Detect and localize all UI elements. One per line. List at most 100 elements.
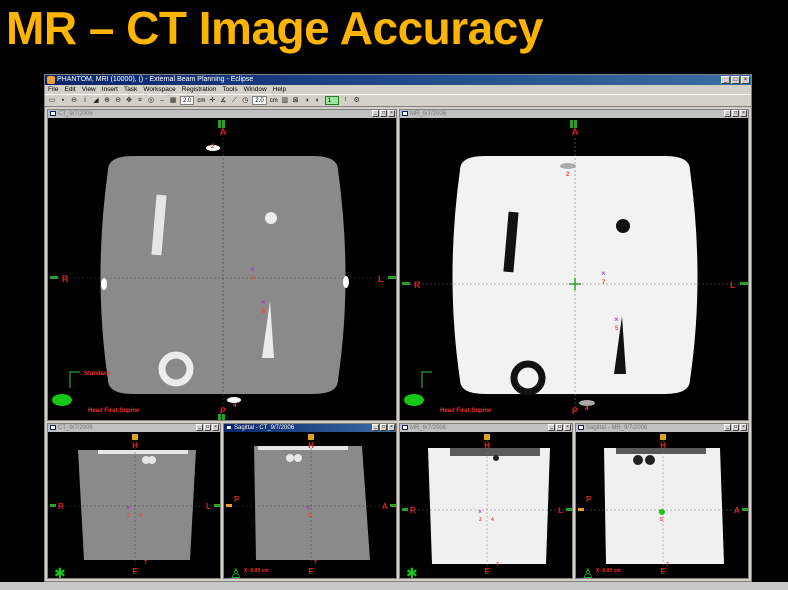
close-icon[interactable]: × xyxy=(564,424,571,431)
menu-insert[interactable]: Insert xyxy=(102,85,118,94)
marker-label: 4 xyxy=(233,403,237,409)
view-ct-sagittal[interactable]: Sagittal - CT_9/7/2006 _ □ × H F P A × 5 7… xyxy=(223,423,397,579)
save-icon[interactable]: ▪ xyxy=(59,97,67,105)
fusion-icon[interactable]: ◑ xyxy=(303,97,311,105)
minimize-icon[interactable]: _ xyxy=(372,110,379,117)
ct-frontal-image: H F R L × 2 4 7 ✱ xyxy=(50,434,220,578)
label-head: H xyxy=(308,441,314,450)
maximize-icon[interactable]: □ xyxy=(732,424,739,431)
view-icon xyxy=(578,425,584,430)
view-ct-frontal[interactable]: CT_9/7/2006 _ □ × H F R L × 2 4 7 ✱ xyxy=(47,423,221,579)
menu-help[interactable]: Help xyxy=(273,85,286,94)
point-icon[interactable]: ✛ xyxy=(208,97,216,105)
label-posterior: P xyxy=(572,406,578,416)
view-mr-frontal[interactable]: MR_9/7/2006 _ □ × H F R L × 2 4 7 ✱ xyxy=(399,423,573,579)
zoom-out-icon[interactable]: ⊖ xyxy=(114,97,122,105)
label-head: H xyxy=(484,441,490,450)
menu-view[interactable]: View xyxy=(82,85,96,94)
target-icon[interactable]: ◎ xyxy=(147,97,155,105)
marker-label: 2 xyxy=(479,517,482,523)
close-icon[interactable]: × xyxy=(740,110,747,117)
minimize-icon[interactable]: _ xyxy=(724,424,731,431)
marker-label: 4 xyxy=(585,406,589,412)
pan-icon[interactable]: ✥ xyxy=(125,97,133,105)
view-title: MR_9/7/2006 xyxy=(410,425,447,431)
label-head: H xyxy=(132,441,138,450)
active-field[interactable]: 1 xyxy=(324,96,339,105)
close-icon[interactable]: × xyxy=(388,110,395,117)
minimize-icon[interactable]: _ xyxy=(196,424,203,431)
marker-label: 2 xyxy=(127,513,130,519)
marker-label: 7 xyxy=(666,562,669,568)
maximize-icon[interactable]: □ xyxy=(380,424,387,431)
blend-icon[interactable]: ⊠ xyxy=(292,97,300,105)
overlay-icon[interactable]: ◐ xyxy=(314,97,322,105)
angle-icon[interactable]: ∡ xyxy=(219,97,227,105)
marker-x-icon: × xyxy=(250,265,255,274)
label-foot: F xyxy=(133,567,138,576)
crosshair-icon[interactable]: ⌗ xyxy=(136,97,144,105)
label-anterior: A xyxy=(572,127,579,137)
patient-orientation-icon xyxy=(404,394,424,406)
ct-sagittal-image: H F P A × 5 7 ♙ X: 0.03 cm xyxy=(226,434,396,578)
marker-x-icon: × xyxy=(306,505,310,512)
label-posterior: P xyxy=(234,495,240,504)
view-icon xyxy=(402,425,408,430)
label-right: R xyxy=(58,502,64,511)
menu-task[interactable]: Task xyxy=(124,85,137,94)
unit-label-2: cm xyxy=(269,97,278,104)
menu-file[interactable]: File xyxy=(48,85,58,94)
minimize-icon[interactable]: _ xyxy=(372,424,379,431)
label-left: L xyxy=(730,280,736,290)
view-title: CT_9/7/2006 xyxy=(58,425,93,431)
open-icon[interactable]: ▭ xyxy=(48,97,56,105)
beam-icon[interactable]: ᵗ xyxy=(342,97,350,105)
line-icon[interactable]: ⎯ xyxy=(158,97,166,105)
clock-icon[interactable]: ◷ xyxy=(241,97,249,105)
menu-workspace[interactable]: Workspace xyxy=(143,85,175,94)
grid-icon[interactable]: ▦ xyxy=(169,97,177,105)
maximize-icon[interactable]: □ xyxy=(204,424,211,431)
window-title: PHANTOM, MRI (10000), () - External Beam… xyxy=(57,76,254,83)
zoom-in-icon[interactable]: ⊕ xyxy=(103,97,111,105)
minimize-icon[interactable]: _ xyxy=(721,76,730,84)
minimize-icon[interactable]: _ xyxy=(548,424,555,431)
rotate-icon[interactable]: ⊖ xyxy=(70,97,78,105)
window-level-icon[interactable]: ◢ xyxy=(92,97,100,105)
mr-transverse-image: A P R L × 7 × 5 2 4 Head First-Supine xyxy=(402,120,748,416)
label-left: L xyxy=(378,274,384,284)
measure-icon[interactable]: ⟋ xyxy=(230,97,238,105)
view-title: CT_9/7/2006 xyxy=(58,111,93,117)
status-bar xyxy=(0,582,788,590)
maximize-icon[interactable]: □ xyxy=(380,110,387,117)
menu-tools[interactable]: Tools xyxy=(222,85,237,94)
view-mr-transverse[interactable]: MR_9/7/2006 _ □ × A P R L × 7 × 5 2 4 He… xyxy=(399,109,749,421)
orientation-label: Head First-Supine xyxy=(440,408,492,414)
close-icon[interactable]: × xyxy=(212,424,219,431)
menu-registration[interactable]: Registration xyxy=(182,85,217,94)
label-right: R xyxy=(410,506,416,515)
info-icon[interactable]: i xyxy=(81,97,89,105)
close-icon[interactable]: × xyxy=(740,424,747,431)
thickness-field-2[interactable]: 2.0 xyxy=(252,96,267,105)
minimize-icon[interactable]: _ xyxy=(724,110,731,117)
marker-x-icon: × xyxy=(261,298,266,307)
menu-edit[interactable]: Edit xyxy=(64,85,75,94)
close-icon[interactable]: × xyxy=(388,424,395,431)
maximize-icon[interactable]: □ xyxy=(556,424,563,431)
view-mr-sagittal[interactable]: Sagittal - MR_9/7/2006 _□× H F P A × 5 7… xyxy=(575,423,749,579)
patient-figure-icon: ♙ xyxy=(582,566,594,579)
label-left: L xyxy=(206,502,211,511)
settings-icon[interactable]: ⚙ xyxy=(353,97,361,105)
view-ct-transverse[interactable]: CT_9/7/2006 _ □ × A P R L × 7 × 5 2 4 St… xyxy=(47,109,397,421)
marker-x-icon: × xyxy=(614,315,619,324)
close-icon[interactable]: × xyxy=(741,76,750,84)
maximize-icon[interactable]: □ xyxy=(732,110,739,117)
coord-readout: X: 0.03 cm xyxy=(244,568,269,574)
thickness-field-1[interactable]: 2.0 xyxy=(180,96,195,105)
menu-window[interactable]: Window xyxy=(244,85,267,94)
layout-icon[interactable]: ▥ xyxy=(281,97,289,105)
maximize-icon[interactable]: □ xyxy=(731,76,740,84)
marker-label: 7 xyxy=(314,560,317,566)
window-titlebar[interactable]: PHANTOM, MRI (10000), () - External Beam… xyxy=(45,75,751,85)
